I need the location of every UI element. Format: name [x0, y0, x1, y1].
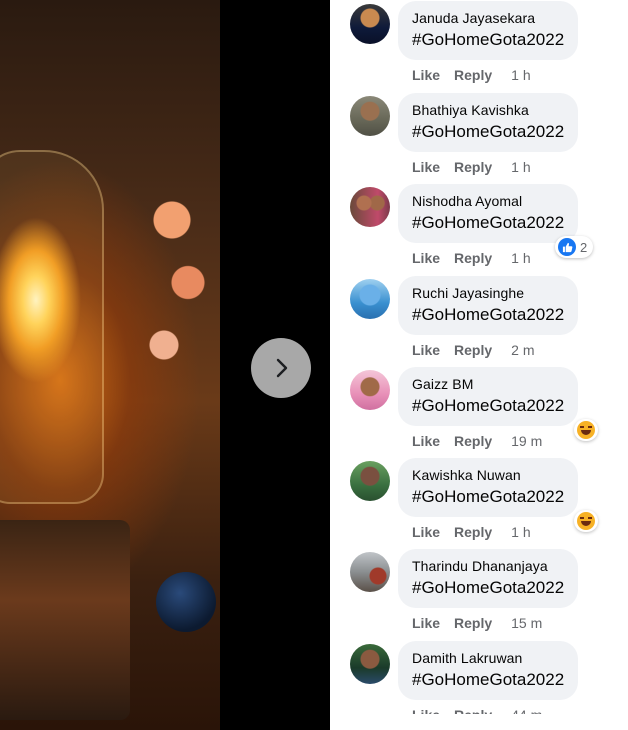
like-button[interactable]: Like: [412, 342, 440, 358]
reaction-summary[interactable]: [574, 419, 598, 441]
comment-text: #GoHomeGota2022: [412, 213, 565, 232]
reply-button[interactable]: Reply: [454, 342, 492, 358]
reaction-summary[interactable]: [574, 510, 598, 532]
like-button[interactable]: Like: [412, 615, 440, 631]
comment-text: #GoHomeGota2022: [412, 305, 565, 324]
commenter-name[interactable]: Gaizz BM: [412, 375, 564, 393]
like-button[interactable]: Like: [412, 524, 440, 540]
avatar[interactable]: [350, 552, 390, 592]
comment-bubble: Kawishka Nuwan #GoHomeGota2022: [398, 458, 579, 517]
comment-timestamp[interactable]: 1 h: [511, 67, 530, 83]
comment-actions: Like Reply 1 h: [412, 524, 531, 540]
comment-timestamp[interactable]: 1 h: [511, 250, 530, 266]
comment-actions: Like Reply 1 h: [412, 67, 531, 83]
commenter-name[interactable]: Bhathiya Kavishka: [412, 101, 564, 119]
next-photo-button[interactable]: [251, 338, 311, 398]
avatar[interactable]: [350, 96, 390, 136]
comment-text: #GoHomeGota2022: [412, 30, 565, 49]
reply-button[interactable]: Reply: [454, 67, 492, 83]
haha-icon: [577, 421, 595, 439]
comment-text: #GoHomeGota2022: [412, 487, 565, 506]
avatar[interactable]: [350, 187, 390, 227]
reaction-count: 2: [580, 239, 588, 255]
comment-text: #GoHomeGota2022: [412, 578, 565, 597]
comment-text: #GoHomeGota2022: [412, 122, 565, 141]
comment-text: #GoHomeGota2022: [412, 670, 565, 689]
comment-bubble: Gaizz BM #GoHomeGota2022: [398, 367, 579, 426]
comment-timestamp[interactable]: 1 h: [511, 159, 530, 175]
comment-timestamp[interactable]: 2 m: [511, 342, 534, 358]
reply-button[interactable]: Reply: [454, 524, 492, 540]
commenter-name[interactable]: Kawishka Nuwan: [412, 466, 564, 484]
comment-actions: Like Reply 19 m: [412, 433, 542, 449]
like-button[interactable]: Like: [412, 67, 440, 83]
lamp-glass: [0, 150, 104, 504]
commenter-name[interactable]: Januda Jayasekara: [412, 9, 564, 27]
haha-icon: [577, 512, 595, 530]
comment-text: #GoHomeGota2022: [412, 396, 565, 415]
reply-button[interactable]: Reply: [454, 250, 492, 266]
commenter-name[interactable]: Damith Lakruwan: [412, 649, 564, 667]
comment-bubble: Januda Jayasekara #GoHomeGota2022: [398, 1, 579, 60]
reply-button[interactable]: Reply: [454, 615, 492, 631]
like-button[interactable]: Like: [412, 250, 440, 266]
reply-button[interactable]: Reply: [454, 433, 492, 449]
post-photo: [0, 0, 220, 730]
comments-panel: Januda Jayasekara #GoHomeGota2022 Like Re…: [330, 0, 628, 730]
lamp-base: [0, 520, 130, 720]
commenter-name[interactable]: Tharindu Dhananjaya: [412, 557, 564, 575]
comment-timestamp[interactable]: 15 m: [511, 615, 542, 631]
comment-bubble: Nishodha Ayomal #GoHomeGota2022: [398, 184, 579, 243]
like-button[interactable]: Like: [412, 433, 440, 449]
commenter-name[interactable]: Ruchi Jayasinghe: [412, 284, 564, 302]
ball: [156, 572, 216, 632]
like-icon: [558, 238, 576, 256]
comment-actions: Like Reply 1 h: [412, 159, 531, 175]
comment-timestamp[interactable]: 19 m: [511, 433, 542, 449]
scroll-fade: [330, 714, 628, 730]
avatar[interactable]: [350, 370, 390, 410]
reply-button[interactable]: Reply: [454, 159, 492, 175]
comment-actions: Like Reply 15 m: [412, 615, 542, 631]
avatar[interactable]: [350, 279, 390, 319]
comment-timestamp[interactable]: 1 h: [511, 524, 530, 540]
comment-bubble: Tharindu Dhananjaya #GoHomeGota2022: [398, 549, 579, 608]
comment-bubble: Damith Lakruwan #GoHomeGota2022: [398, 641, 579, 700]
avatar[interactable]: [350, 4, 390, 44]
comment-bubble: Bhathiya Kavishka #GoHomeGota2022: [398, 93, 579, 152]
avatar[interactable]: [350, 461, 390, 501]
flowers: [140, 170, 220, 420]
chevron-right-icon: [276, 358, 288, 378]
commenter-name[interactable]: Nishodha Ayomal: [412, 192, 564, 210]
avatar[interactable]: [350, 644, 390, 684]
comment-actions: Like Reply 1 h: [412, 250, 531, 266]
like-button[interactable]: Like: [412, 159, 440, 175]
reaction-summary[interactable]: 2: [555, 236, 594, 258]
comment-bubble: Ruchi Jayasinghe #GoHomeGota2022: [398, 276, 579, 335]
comment-actions: Like Reply 2 m: [412, 342, 534, 358]
